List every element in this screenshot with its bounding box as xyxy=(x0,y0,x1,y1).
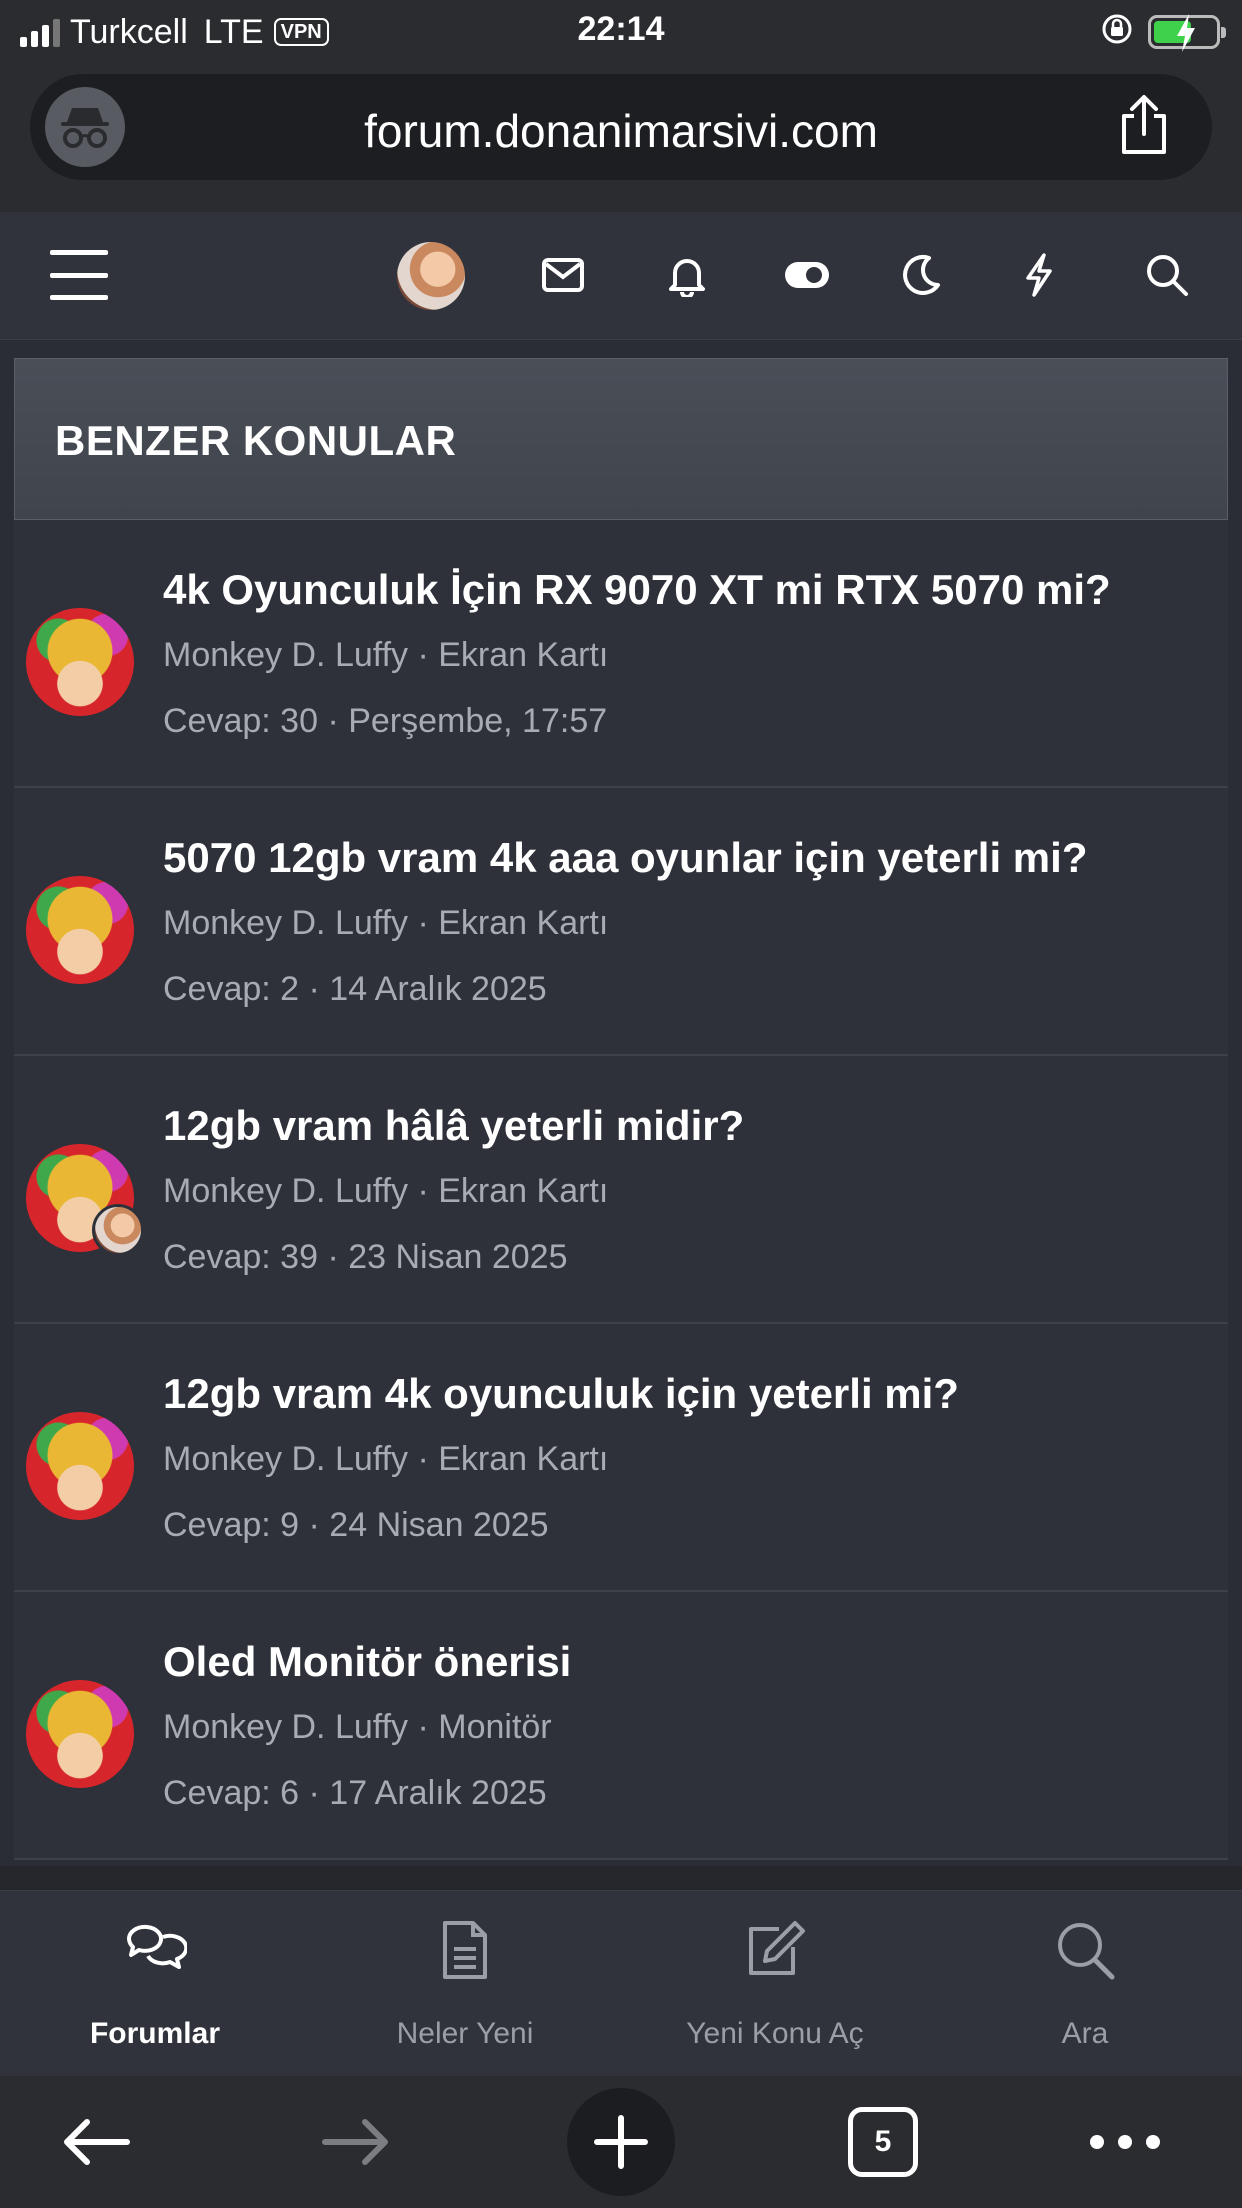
tab-label: Ara xyxy=(1061,2017,1109,2050)
hamburger-menu-icon[interactable] xyxy=(50,250,108,300)
browser-toolbar: 5 xyxy=(0,2076,1242,2208)
back-arrow-icon[interactable] xyxy=(46,2094,146,2190)
thread-stats: Cevap: 9 · 24 Nisan 2025 xyxy=(163,1506,549,1544)
bolt-icon[interactable] xyxy=(1006,242,1072,308)
thread-title[interactable]: 4k Oyunculuk İçin RX 9070 XT mi RTX 5070… xyxy=(163,566,1111,614)
bottom-tab-nav: Forumlar Neler Yeni Yeni Konu Aç Ara xyxy=(0,1890,1242,2076)
thread-meta[interactable]: Monkey D. Luffy · Ekran Kartı xyxy=(163,904,608,943)
thread-title[interactable]: Oled Monitör önerisi xyxy=(163,1638,571,1686)
author-avatar[interactable] xyxy=(26,1412,134,1520)
tabs-count: 5 xyxy=(848,2107,918,2177)
thread-meta[interactable]: Monkey D. Luffy · Ekran Kartı xyxy=(163,1172,608,1211)
site-header xyxy=(0,212,1242,340)
envelope-icon[interactable] xyxy=(530,242,596,308)
divider xyxy=(0,1866,1242,1890)
thread-title[interactable]: 5070 12gb vram 4k aaa oyunlar için yeter… xyxy=(163,834,1087,882)
tab-label: Forumlar xyxy=(89,2017,221,2050)
thread-stats: Cevap: 2 · 14 Aralık 2025 xyxy=(163,970,547,1008)
moon-icon[interactable] xyxy=(888,242,954,308)
new-tab-button[interactable] xyxy=(567,2088,675,2196)
thread-row[interactable]: Oled Monitör önerisi Monkey D. Luffy · M… xyxy=(14,1592,1228,1860)
document-icon xyxy=(310,1919,620,1981)
thread-meta[interactable]: Monkey D. Luffy · Ekran Kartı xyxy=(163,636,608,675)
status-bar: Turkcell LTE VPN 22:14 xyxy=(0,0,1242,64)
user-avatar[interactable] xyxy=(397,242,465,310)
section-title: BENZER KONULAR xyxy=(55,417,457,464)
thread-title[interactable]: 12gb vram 4k oyunculuk için yeterli mi? xyxy=(163,1370,959,1418)
url-bar[interactable]: forum.donanimarsivi.com xyxy=(30,74,1212,180)
thread-stats: Cevap: 30 · Perşembe, 17:57 xyxy=(163,702,608,740)
more-icon[interactable] xyxy=(1075,2094,1175,2190)
tab-label: Yeni Konu Aç xyxy=(686,2017,864,2050)
thread-list: 4k Oyunculuk İçin RX 9070 XT mi RTX 5070… xyxy=(14,520,1228,1860)
thread-meta[interactable]: Monkey D. Luffy · Ekran Kartı xyxy=(163,1440,608,1479)
clock: 22:14 xyxy=(577,10,665,48)
plus-icon xyxy=(594,2115,648,2169)
edit-icon xyxy=(620,1919,930,1979)
thread-title[interactable]: 12gb vram hâlâ yeterli midir? xyxy=(163,1102,744,1150)
battery-icon xyxy=(1148,13,1226,52)
tab-forums[interactable]: Forumlar xyxy=(0,1891,310,2077)
chat-bubbles-icon xyxy=(0,1919,310,1975)
thread-row[interactable]: 12gb vram hâlâ yeterli midir? Monkey D. … xyxy=(14,1056,1228,1324)
search-icon[interactable] xyxy=(1134,242,1200,308)
browser-url-area: forum.donanimarsivi.com xyxy=(0,64,1242,212)
url-text[interactable]: forum.donanimarsivi.com xyxy=(30,104,1212,158)
author-avatar[interactable] xyxy=(26,876,134,984)
last-poster-avatar[interactable] xyxy=(92,1204,144,1256)
thread-row[interactable]: 4k Oyunculuk İçin RX 9070 XT mi RTX 5070… xyxy=(14,520,1228,788)
tabs-button[interactable]: 5 xyxy=(833,2094,933,2190)
search-icon xyxy=(930,1919,1240,1981)
status-right xyxy=(1100,12,1226,52)
similar-threads-header: BENZER KONULAR xyxy=(14,358,1228,520)
thread-stats: Cevap: 6 · 17 Aralık 2025 xyxy=(163,1774,547,1812)
toggle-icon[interactable] xyxy=(774,242,840,308)
thread-meta[interactable]: Monkey D. Luffy · Monitör xyxy=(163,1708,552,1747)
rotation-lock-icon xyxy=(1100,12,1134,51)
thread-stats: Cevap: 39 · 23 Nisan 2025 xyxy=(163,1238,568,1276)
bell-icon[interactable] xyxy=(654,242,720,308)
forward-arrow-icon[interactable] xyxy=(306,2094,406,2190)
tab-new-thread[interactable]: Yeni Konu Aç xyxy=(620,1891,930,2077)
author-avatar[interactable] xyxy=(26,1680,134,1788)
thread-row[interactable]: 5070 12gb vram 4k aaa oyunlar için yeter… xyxy=(14,788,1228,1056)
tab-whats-new[interactable]: Neler Yeni xyxy=(310,1891,620,2077)
author-avatar[interactable] xyxy=(26,608,134,716)
tab-search[interactable]: Ara xyxy=(930,1891,1240,2077)
thread-row[interactable]: 12gb vram 4k oyunculuk için yeterli mi? … xyxy=(14,1324,1228,1592)
page: Turkcell LTE VPN 22:14 forum.donanimarsi… xyxy=(0,0,1242,2208)
tab-label: Neler Yeni xyxy=(396,2017,534,2050)
share-icon[interactable] xyxy=(1116,94,1172,161)
